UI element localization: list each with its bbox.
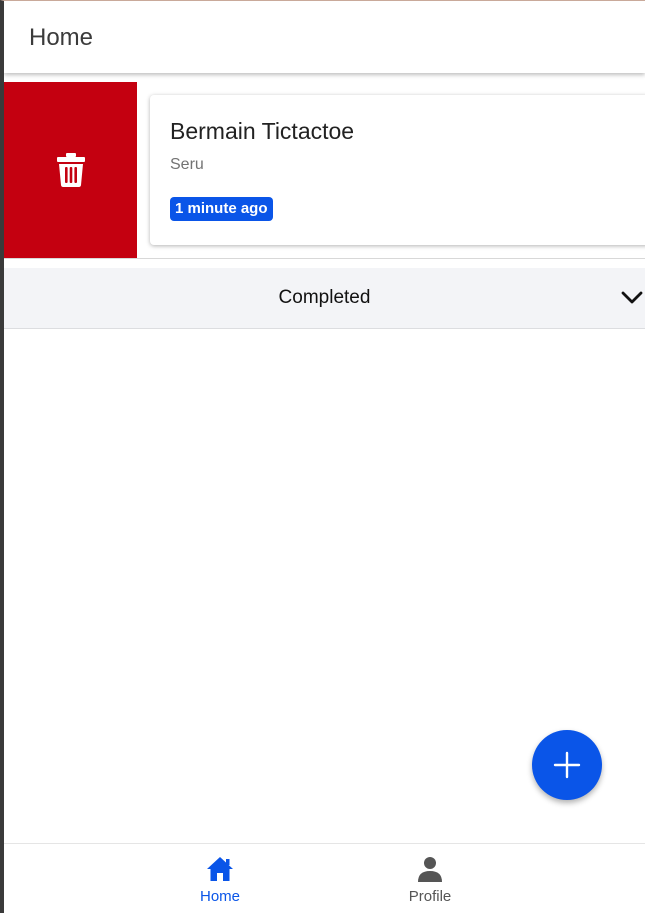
home-icon bbox=[207, 857, 233, 881]
completed-label: Completed bbox=[278, 287, 371, 308]
task-subtitle: Seru bbox=[170, 156, 204, 173]
task-swipe-row[interactable]: Bermain Tictactoe Seru 1 minute ago bbox=[4, 82, 645, 259]
delete-action-button[interactable] bbox=[4, 82, 137, 258]
time-badge: 1 minute ago bbox=[170, 197, 273, 221]
app-screen: Home Bermain Tictactoe Seru 1 minute ago… bbox=[0, 0, 645, 913]
trash-icon bbox=[56, 153, 85, 187]
completed-section-toggle[interactable]: Completed bbox=[4, 268, 645, 329]
person-icon bbox=[418, 857, 442, 882]
header-bar: Home bbox=[4, 1, 645, 73]
nav-profile[interactable]: Profile bbox=[370, 856, 490, 912]
nav-profile-label: Profile bbox=[408, 888, 452, 905]
add-task-button[interactable] bbox=[532, 730, 602, 800]
task-card[interactable]: Bermain Tictactoe Seru 1 minute ago bbox=[150, 95, 645, 245]
divider bbox=[4, 258, 645, 259]
page-title: Home bbox=[29, 24, 94, 51]
plus-icon bbox=[553, 751, 581, 779]
nav-home-label: Home bbox=[199, 888, 240, 905]
bottom-navigation: Home Profile bbox=[4, 843, 645, 913]
task-title: Bermain Tictactoe bbox=[170, 118, 355, 144]
nav-home[interactable]: Home bbox=[160, 856, 280, 912]
chevron-down-icon bbox=[621, 291, 643, 304]
